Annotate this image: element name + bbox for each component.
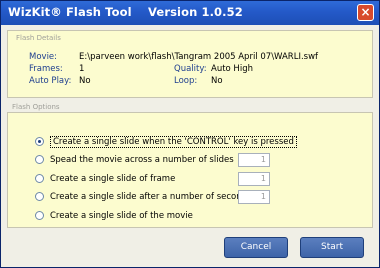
option-after-seconds[interactable]: Create a single slide after a number of … xyxy=(35,190,251,203)
option-label: Create a single slide of frame xyxy=(50,173,176,184)
loop-value: No xyxy=(211,76,223,86)
seconds-input[interactable]: 1 xyxy=(238,190,270,204)
title-bar[interactable]: WizKit® Flash Tool Version 1.0.52 × xyxy=(1,1,379,25)
option-spread-slides[interactable]: Spead the movie across a number of slide… xyxy=(35,153,234,166)
loop-label: Loop: xyxy=(174,76,198,86)
frames-value: 1 xyxy=(79,64,85,74)
radio-unselected[interactable] xyxy=(35,211,44,220)
slides-count-input[interactable]: 1 xyxy=(238,153,270,167)
movie-label: Movie: xyxy=(29,52,58,62)
window-title: WizKit® Flash Tool Version 1.0.52 xyxy=(8,5,243,19)
start-button[interactable]: Start xyxy=(300,237,364,258)
flash-details-legend: Flash Details xyxy=(16,34,61,42)
option-label: Create a single slide when the 'CONTROL'… xyxy=(50,135,297,148)
close-button[interactable]: × xyxy=(357,4,374,21)
flash-details-panel: Flash Details Movie: E:\parveen work\fla… xyxy=(7,30,373,98)
option-single-slide-frame[interactable]: Create a single slide of frame xyxy=(35,172,175,185)
quality-value: Auto High xyxy=(211,64,253,74)
option-label: Create a single slide after a number of … xyxy=(50,191,252,202)
option-label: Spead the movie across a number of slide… xyxy=(50,154,234,165)
option-label: Create a single slide of the movie xyxy=(50,210,193,221)
radio-unselected[interactable] xyxy=(35,192,44,201)
close-icon: × xyxy=(360,5,371,19)
quality-label: Quality: xyxy=(174,64,207,74)
wizkit-flash-tool-window: WizKit® Flash Tool Version 1.0.52 × Flas… xyxy=(0,0,380,268)
frame-number-input[interactable]: 1 xyxy=(238,172,270,186)
radio-selected[interactable] xyxy=(35,137,44,146)
cancel-button[interactable]: Cancel xyxy=(224,237,288,258)
movie-value: E:\parveen work\flash\Tangram 2005 April… xyxy=(79,52,319,62)
radio-unselected[interactable] xyxy=(35,174,44,183)
option-control-key[interactable]: Create a single slide when the 'CONTROL'… xyxy=(35,135,297,148)
autoplay-label: Auto Play: xyxy=(29,76,72,86)
autoplay-value: No xyxy=(79,76,91,86)
radio-unselected[interactable] xyxy=(35,155,44,164)
flash-options-panel: Flash Options Create a single slide when… xyxy=(7,103,373,228)
flash-options-legend: Flash Options xyxy=(12,103,60,111)
frames-label: Frames: xyxy=(29,64,63,74)
option-single-slide-movie[interactable]: Create a single slide of the movie xyxy=(35,209,193,222)
